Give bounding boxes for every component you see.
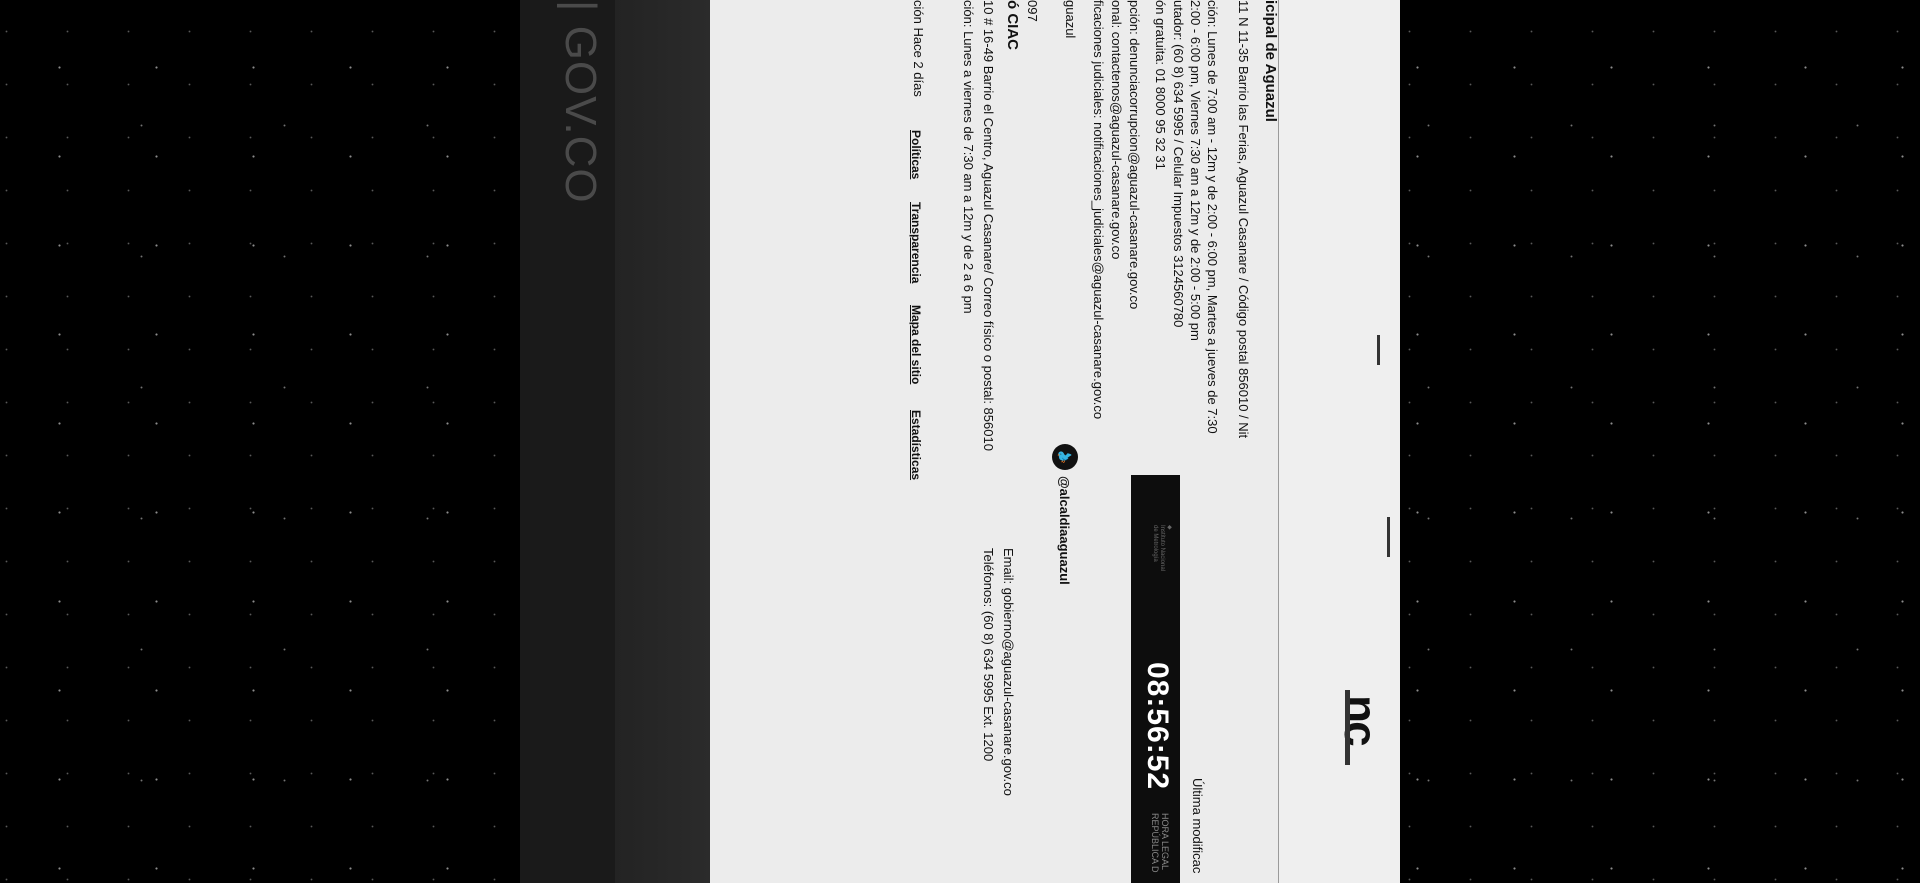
ciac-title: ó CIAC	[1004, 0, 1021, 50]
gov-co-text: GOV.CO	[556, 25, 605, 204]
link-transparencia[interactable]: Transparencia	[909, 202, 923, 283]
ciac-phone: Teléfonos: (60 8) 634 5995 Ext. 1200	[981, 548, 996, 762]
footer-hours-2: 2:00 - 6:00 pm, Viernes 7:30 am a 12m y …	[1188, 0, 1203, 341]
twitter-handle: @alcaldiaaguazul	[1057, 476, 1073, 585]
footer-social-code: 097	[1025, 0, 1040, 22]
legal-time-widget: ◆ Instituto Nacional de Metrología 08:56:5…	[1131, 475, 1180, 883]
footer-free-line: ón gratuita: 01 8000 95 32 31	[1153, 0, 1168, 170]
ciac-address: 10 # 16-49 Barrio el Centro, Aguazul Cas…	[981, 0, 996, 451]
footer-info: icipal de Aguazul 11 N 11-35 Barrio las …	[710, 0, 1279, 883]
page-header-fragment: nc	[1279, 0, 1400, 883]
gov-co-bar: | GOV.CO	[520, 0, 615, 883]
clock-label-2: REPÚBLICA D	[1150, 813, 1160, 873]
footer-title: icipal de Aguazul	[1262, 0, 1279, 122]
institute-logo: ◆ Instituto Nacional de Metrología	[1152, 525, 1172, 572]
footer-hours: ción: Lunes de 7:00 am - 12m y de 2:00 -…	[1205, 0, 1220, 434]
footer-address: 11 N 11-35 Barrio las Ferias, Aguazul Ca…	[1236, 0, 1251, 439]
ciac-email[interactable]: Email: gobierno@aguazul-casanare.gov.co	[1001, 548, 1016, 796]
link-mapa-sitio[interactable]: Mapa del sitio	[909, 305, 923, 384]
footer-phone: utador: (60 8) 634 5995 / Celular Impues…	[1171, 0, 1186, 328]
footer-updated: ción Hace 2 días	[911, 0, 926, 97]
gov-co-logo[interactable]: | GOV.CO	[555, 0, 605, 204]
scroll-marker	[1377, 335, 1380, 365]
page-content: nc icipal de Aguazul 11 N 11-35 Barrio l…	[520, 0, 1400, 883]
link-politicas[interactable]: Políticas	[909, 130, 923, 179]
footer-dark-band	[615, 0, 710, 883]
header-text-fragment: nc	[1335, 695, 1387, 745]
clock-label: HORA LEGAL REPÚBLICA D	[1150, 813, 1170, 873]
rotated-browser-viewport: nc icipal de Aguazul 11 N 11-35 Barrio l…	[520, 0, 1400, 883]
scroll-marker	[1387, 517, 1390, 557]
last-modified: Última modificac	[1190, 778, 1205, 874]
clock-label-1: HORA LEGAL	[1160, 813, 1170, 871]
section-divider	[1278, 0, 1279, 883]
footer-judicial-email[interactable]: ficaciones judiciales: notificaciones_ju…	[1091, 0, 1106, 419]
clock-time: 08:56:52	[1141, 662, 1174, 791]
footer-contact-email[interactable]: onal: contactenos@aguazul-casanare.gov.c…	[1109, 0, 1124, 259]
link-estadisticas[interactable]: Estadísticas	[909, 410, 923, 480]
footer-corruption-email[interactable]: pción: denunciacorrupcion@aguazul-casana…	[1127, 0, 1142, 309]
scroll-marker	[1345, 690, 1350, 765]
twitter-link[interactable]: 🐦 @alcaldiaaguazul	[1052, 444, 1078, 585]
footer-social-text: guazul	[1063, 0, 1078, 39]
ciac-hours: ción: Lunes a viernes de 7:30 am a 12m y…	[961, 0, 976, 314]
twitter-icon: 🐦	[1052, 444, 1078, 470]
